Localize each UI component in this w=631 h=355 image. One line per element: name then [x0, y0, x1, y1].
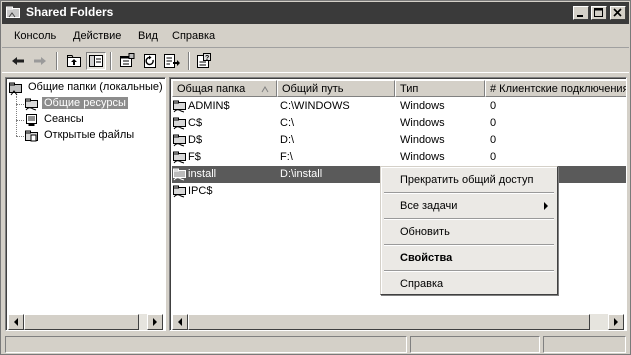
share-path: D:\install — [280, 168, 323, 180]
share-name: ADMIN$ — [188, 100, 230, 112]
scroll-thumb[interactable] — [188, 314, 590, 330]
table-row[interactable]: F$ F:\ Windows 0 — [172, 149, 626, 166]
menu-item-properties[interactable]: Свойства — [383, 248, 555, 268]
status-bar — [2, 334, 629, 354]
shared-folders-window: Shared Folders Консоль Действие Вид Спра… — [0, 0, 631, 355]
scroll-left-button[interactable] — [8, 314, 24, 330]
shared-folder-icon — [173, 151, 186, 164]
sessions-icon — [26, 114, 37, 126]
menu-separator — [384, 192, 554, 194]
sort-ascending-icon — [261, 86, 269, 93]
title-bar[interactable]: Shared Folders — [2, 2, 629, 24]
scroll-thumb[interactable] — [24, 314, 139, 330]
show-hide-tree-icon[interactable] — [86, 52, 106, 70]
open-files-icon — [25, 130, 38, 142]
menu-item-help[interactable]: Справка — [383, 274, 555, 294]
column-header-share-path[interactable]: Общий путь — [277, 80, 395, 97]
share-type: Windows — [400, 100, 445, 112]
svg-text:?: ? — [205, 55, 209, 62]
shared-folder-icon — [173, 117, 186, 130]
tree-open-files-label: Открытые файлы — [44, 129, 135, 141]
status-cell — [5, 336, 407, 353]
share-name: C$ — [188, 117, 203, 129]
tree-connector — [16, 96, 17, 136]
forward-arrow-icon[interactable] — [30, 52, 50, 70]
share-clients: 0 — [490, 117, 497, 129]
refresh-icon[interactable] — [140, 52, 160, 70]
shared-folder-icon — [173, 100, 186, 113]
tree-sessions-label: Сеансы — [44, 113, 84, 125]
share-path: F:\ — [280, 151, 293, 163]
menu-console[interactable]: Консоль — [14, 30, 56, 42]
menu-help[interactable]: Справка — [172, 30, 215, 42]
menu-item-all-tasks[interactable]: Все задачи — [383, 196, 555, 216]
help-icon[interactable]: ? — [194, 52, 214, 70]
share-type: Windows — [400, 134, 445, 146]
shared-folders-root-icon — [9, 82, 22, 96]
properties-icon[interactable] — [117, 52, 137, 70]
table-row[interactable]: C$ C:\ Windows 0 — [172, 115, 626, 132]
share-path: D:\ — [280, 134, 295, 146]
status-cell — [410, 336, 540, 353]
menu-separator — [384, 218, 554, 220]
share-name: F$ — [188, 151, 201, 163]
column-header-type[interactable]: Тип — [395, 80, 485, 97]
share-path: C:\ — [280, 117, 295, 129]
menu-item-stop-sharing[interactable]: Прекратить общий доступ — [383, 170, 555, 190]
minimize-button[interactable] — [573, 6, 589, 20]
scroll-right-button[interactable] — [147, 314, 163, 330]
back-arrow-icon[interactable] — [8, 52, 28, 70]
share-type: Windows — [400, 151, 445, 163]
tree-root-label: Общие папки (локальные) — [28, 81, 163, 93]
column-header-share-name[interactable]: Общая папка — [172, 80, 277, 97]
tree-connector — [16, 120, 24, 121]
export-list-icon[interactable] — [162, 52, 182, 70]
shared-folder-icon — [173, 168, 186, 181]
share-name: IPC$ — [188, 185, 213, 197]
tree-shares-label: Общие ресурсы — [42, 97, 128, 109]
tree-pane[interactable]: Общие папки (локальные) Общие ресурсы Се… — [5, 77, 166, 331]
status-cell — [543, 336, 626, 353]
maximize-button[interactable] — [591, 6, 607, 20]
window-title: Shared Folders — [26, 5, 114, 19]
tree-horizontal-scrollbar[interactable] — [8, 314, 163, 330]
menu-item-refresh[interactable]: Обновить — [383, 222, 555, 242]
list-horizontal-scrollbar[interactable] — [172, 314, 624, 330]
shared-folder-icon — [25, 98, 38, 111]
share-clients: 0 — [490, 100, 497, 112]
share-clients: 0 — [490, 134, 497, 146]
submenu-arrow-icon — [544, 202, 548, 210]
tree-connector — [16, 136, 24, 137]
context-menu: Прекратить общий доступ Все задачи Обнов… — [380, 166, 558, 295]
toolbar-separator — [110, 52, 112, 70]
toolbar-separator — [56, 52, 58, 70]
column-header-client-connections[interactable]: # Клиентские подключения — [485, 80, 626, 97]
share-name: install — [188, 168, 217, 180]
up-folder-icon[interactable] — [64, 52, 84, 70]
toolbar-separator — [188, 52, 190, 70]
close-button[interactable] — [610, 6, 626, 20]
menu-separator — [384, 270, 554, 272]
menu-separator — [384, 244, 554, 246]
shared-folder-app-icon — [6, 6, 21, 19]
share-type: Windows — [400, 117, 445, 129]
share-path: C:\WINDOWS — [280, 100, 350, 112]
menu-view[interactable]: Вид — [138, 30, 158, 42]
toolbar: ? — [2, 47, 629, 73]
tree-connector — [16, 104, 24, 105]
share-name: D$ — [188, 134, 203, 146]
menu-bar: Консоль Действие Вид Справка — [2, 25, 629, 47]
scroll-right-button[interactable] — [608, 314, 624, 330]
scroll-left-button[interactable] — [172, 314, 188, 330]
shared-folder-icon — [173, 134, 186, 147]
table-row[interactable]: D$ D:\ Windows 0 — [172, 132, 626, 149]
shared-folder-icon — [173, 185, 186, 198]
share-clients: 0 — [490, 151, 497, 163]
menu-action[interactable]: Действие — [73, 30, 121, 42]
table-row[interactable]: ADMIN$ C:\WINDOWS Windows 0 — [172, 98, 626, 115]
